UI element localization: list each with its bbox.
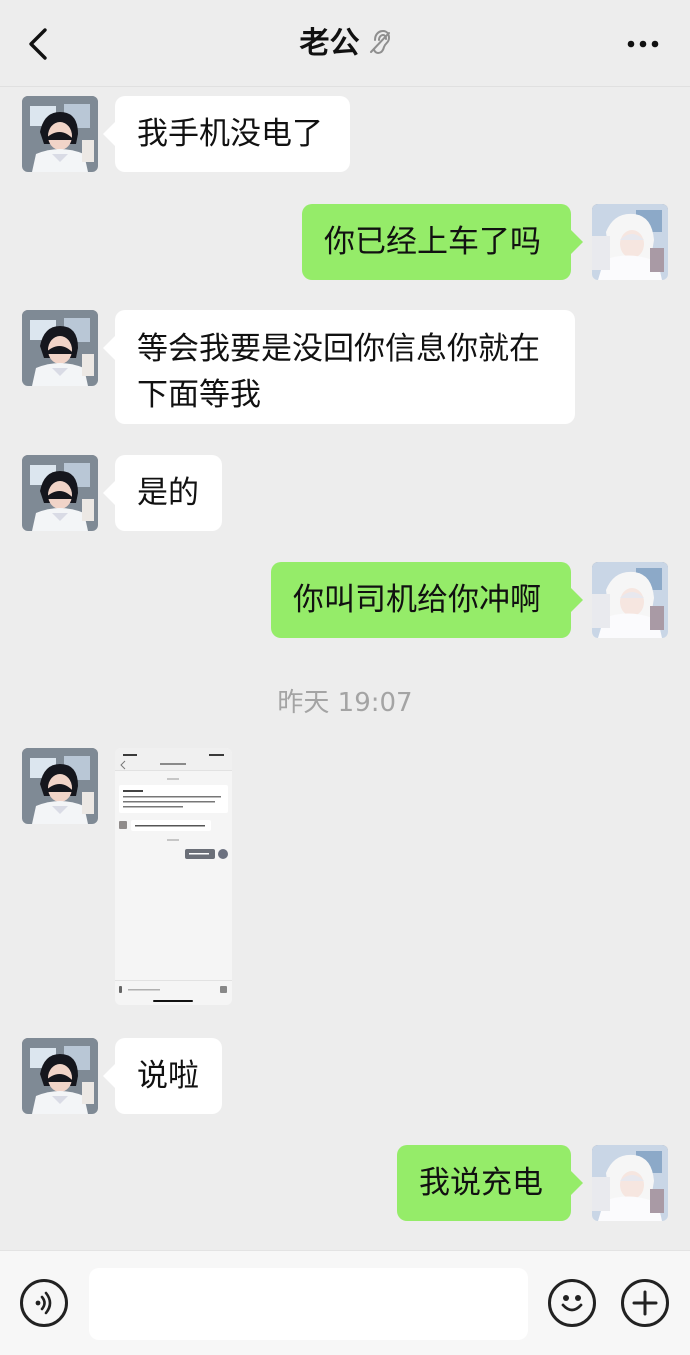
voice-icon bbox=[35, 1291, 52, 1315]
message-text: 等会我要是没回你信息你就在下面等我 bbox=[137, 331, 540, 413]
message-text: 我手机没电了 bbox=[137, 116, 323, 152]
message-text: 是的 bbox=[137, 475, 199, 511]
message-bubble-right[interactable]: 你已经上车了吗 bbox=[302, 204, 583, 280]
message-bubble-left[interactable]: 是的 bbox=[103, 455, 222, 531]
emoji-button[interactable] bbox=[548, 1279, 596, 1327]
plus-icon bbox=[632, 1290, 658, 1316]
avatar-image bbox=[22, 96, 98, 172]
contact-avatar[interactable] bbox=[22, 1038, 98, 1114]
voice-button[interactable] bbox=[20, 1279, 68, 1327]
avatar-image bbox=[592, 1145, 668, 1221]
chat-screenshot-thumbnail bbox=[115, 748, 232, 1005]
timestamp: 昨天 19:07 bbox=[277, 688, 413, 718]
message-text: 说啦 bbox=[137, 1058, 199, 1094]
chat-title: 老公 bbox=[299, 26, 360, 61]
contact-avatar[interactable] bbox=[22, 455, 98, 531]
contact-avatar[interactable] bbox=[22, 310, 98, 386]
user-avatar[interactable] bbox=[592, 204, 668, 280]
message-bubble-left[interactable]: 说啦 bbox=[103, 1038, 222, 1114]
message-input[interactable] bbox=[89, 1268, 528, 1340]
ear-icon bbox=[369, 29, 391, 59]
user-avatar[interactable] bbox=[592, 562, 668, 638]
more-button[interactable] bbox=[626, 35, 660, 48]
more-dots-icon bbox=[627, 40, 659, 48]
chat-title-group: 老公 bbox=[0, 20, 690, 68]
more-options-button[interactable] bbox=[621, 1279, 669, 1327]
emoji-icon bbox=[561, 1295, 583, 1312]
message-text: 你叫司机给你冲啊 bbox=[293, 582, 541, 618]
message-bubble-left[interactable]: 我手机没电了 bbox=[103, 96, 350, 172]
message-bubble-right[interactable]: 我说充电 bbox=[397, 1145, 583, 1221]
avatar-image bbox=[22, 1038, 98, 1114]
avatar-image bbox=[592, 562, 668, 638]
message-list[interactable]: 我手机没电了 你已经上车了吗 等会我要是没回你信息你就在下面等我 是的 你叫司机… bbox=[0, 86, 690, 1250]
user-avatar[interactable] bbox=[592, 1145, 668, 1221]
message-bubble-left[interactable]: 等会我要是没回你信息你就在下面等我 bbox=[103, 310, 575, 424]
chat-input-bar bbox=[0, 1250, 690, 1355]
message-text: 你已经上车了吗 bbox=[324, 224, 541, 260]
avatar-image bbox=[22, 455, 98, 531]
screenshot-message[interactable] bbox=[115, 748, 232, 1005]
message-bubble-right[interactable]: 你叫司机给你冲啊 bbox=[271, 562, 583, 638]
contact-avatar[interactable] bbox=[22, 748, 98, 824]
chat-header: 老公 bbox=[0, 0, 690, 87]
avatar-image bbox=[22, 310, 98, 386]
contact-avatar[interactable] bbox=[22, 96, 98, 172]
avatar-image bbox=[22, 748, 98, 824]
avatar-image bbox=[592, 204, 668, 280]
message-text: 我说充电 bbox=[419, 1165, 543, 1201]
